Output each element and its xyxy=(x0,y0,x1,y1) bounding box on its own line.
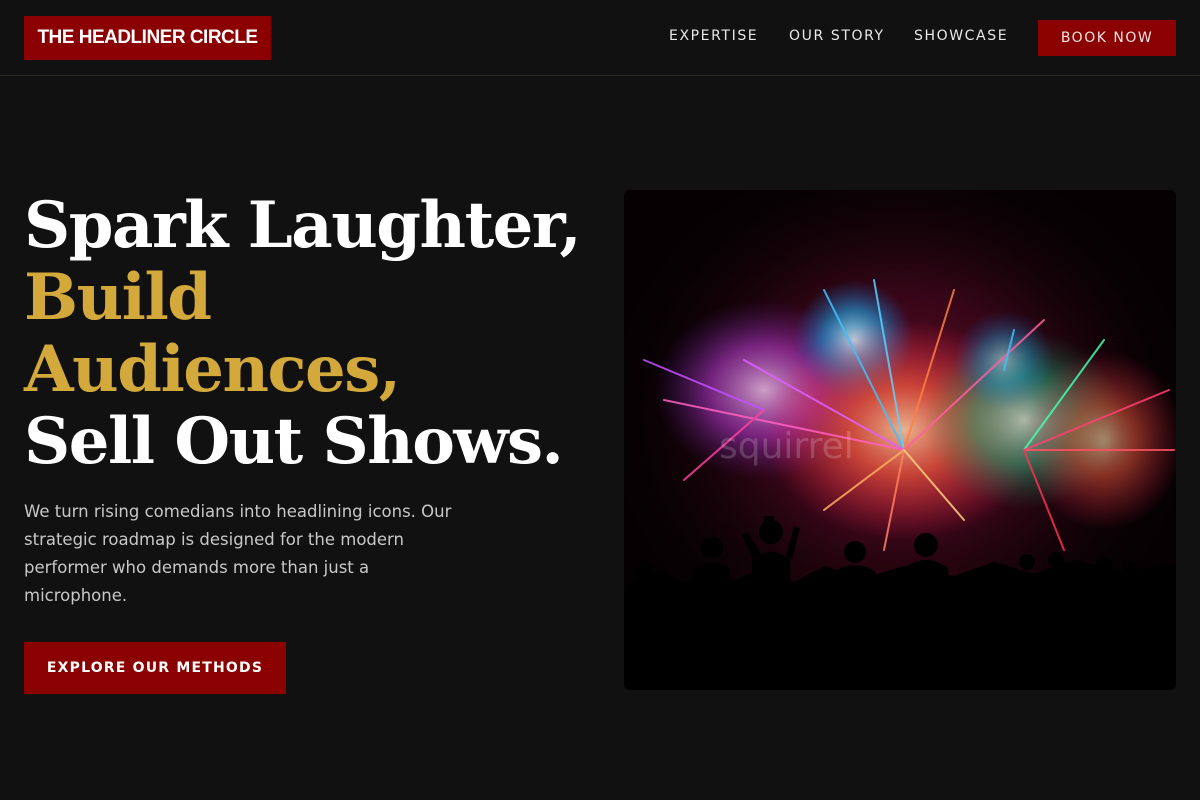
nav-link-expertise[interactable]: EXPERTISE xyxy=(669,27,758,45)
logo-link[interactable]: THE HEADLINER CIRCLE xyxy=(24,16,271,60)
hero-headline: Spark Laughter, Build Audiences, Sell Ou… xyxy=(24,190,604,478)
headline-line-3: Audiences, xyxy=(24,332,401,407)
headline-line-2: Build xyxy=(24,260,212,335)
hero-fireworks-image: squirrel xyxy=(624,190,1176,690)
fireworks-illustration: squirrel xyxy=(624,190,1176,690)
book-now-button[interactable]: BOOK NOW xyxy=(1038,20,1176,56)
hero-description: We turn rising comedians into headlining… xyxy=(24,502,452,605)
site-header: THE HEADLINER CIRCLE EXPERTISE OUR STORY… xyxy=(0,0,1200,76)
headline-line-1: Spark Laughter, xyxy=(24,188,582,263)
headline-line-4: Sell Out Shows. xyxy=(24,404,564,479)
nav-link-showcase[interactable]: SHOWCASE xyxy=(914,27,1008,45)
explore-methods-button[interactable]: EXPLORE OUR METHODS xyxy=(24,642,286,694)
image-watermark: squirrel xyxy=(719,426,854,467)
nav-link-our-story[interactable]: OUR STORY xyxy=(789,27,885,45)
